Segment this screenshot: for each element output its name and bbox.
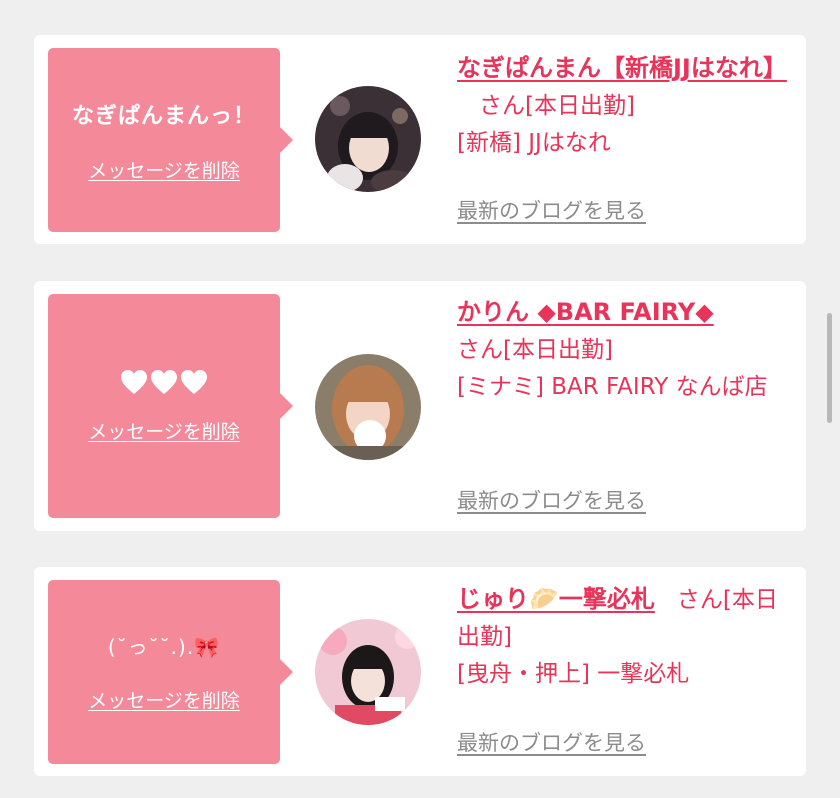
message-bubble: (˘っ˘˘.).🎀 メッセージを削除 (48, 580, 293, 764)
avatar-photo-icon (315, 86, 421, 192)
avatar-photo-icon (315, 354, 421, 460)
cast-name-link[interactable]: かりん ◆BAR FAIRY◆ (457, 298, 714, 326)
heart-icon (120, 369, 148, 395)
message-text (120, 369, 208, 395)
cast-info: かりん ◆BAR FAIRY◆ さん[本日出勤] [ミナミ] BAR FAIRY… (457, 294, 797, 406)
cast-name-link[interactable]: じゅり🥟一撃必札 (457, 585, 655, 613)
favorite-card: (˘っ˘˘.).🎀 メッセージを削除 じゅり🥟一撃必札 さん[本日出勤] [曳舟・… (34, 567, 806, 776)
delete-message-link[interactable]: メッセージを削除 (88, 686, 240, 713)
scrollbar[interactable] (827, 313, 832, 423)
avatar[interactable] (315, 86, 421, 192)
latest-blog-link[interactable]: 最新のブログを見る (457, 727, 646, 757)
message-text: (˘っ˘˘.).🎀 (107, 635, 221, 659)
status-text: さん[本日出勤] (457, 337, 613, 363)
delete-message-link[interactable]: メッセージを削除 (88, 417, 240, 444)
heart-icon (150, 369, 178, 395)
latest-blog-link[interactable]: 最新のブログを見る (457, 485, 646, 515)
latest-blog-link[interactable]: 最新のブログを見る (457, 195, 646, 225)
shop-text: [曳舟・押上] 一撃必札 (457, 661, 690, 687)
avatar-photo-icon (315, 619, 421, 725)
avatar[interactable] (315, 619, 421, 725)
favorite-card: なぎぱんまんっ！ メッセージを削除 なぎぱんまん【新橋JJはなれ】さん[本日出勤… (34, 35, 806, 244)
cast-info: なぎぱんまん【新橋JJはなれ】さん[本日出勤] [新橋] JJはなれ (457, 50, 797, 162)
cast-info: じゅり🥟一撃必札 さん[本日出勤] [曳舟・押上] 一撃必札 (457, 581, 797, 693)
favorite-card: メッセージを削除 かりん ◆BAR FAIRY◆ さん[本日出勤] [ミナミ] … (34, 281, 806, 531)
heart-icon (180, 369, 208, 395)
shop-text: [ミナミ] BAR FAIRY なんば店 (457, 374, 768, 400)
cast-name-link[interactable]: なぎぱんまん【新橋JJはなれ】 (457, 54, 787, 82)
message-bubble: メッセージを削除 (48, 294, 293, 518)
status-text: さん[本日出勤] (479, 93, 635, 119)
avatar[interactable] (315, 354, 421, 460)
delete-message-link[interactable]: メッセージを削除 (88, 156, 240, 183)
message-bubble: なぎぱんまんっ！ メッセージを削除 (48, 48, 293, 232)
shop-text: [新橋] JJはなれ (457, 130, 611, 156)
message-text: なぎぱんまんっ！ (71, 103, 256, 129)
